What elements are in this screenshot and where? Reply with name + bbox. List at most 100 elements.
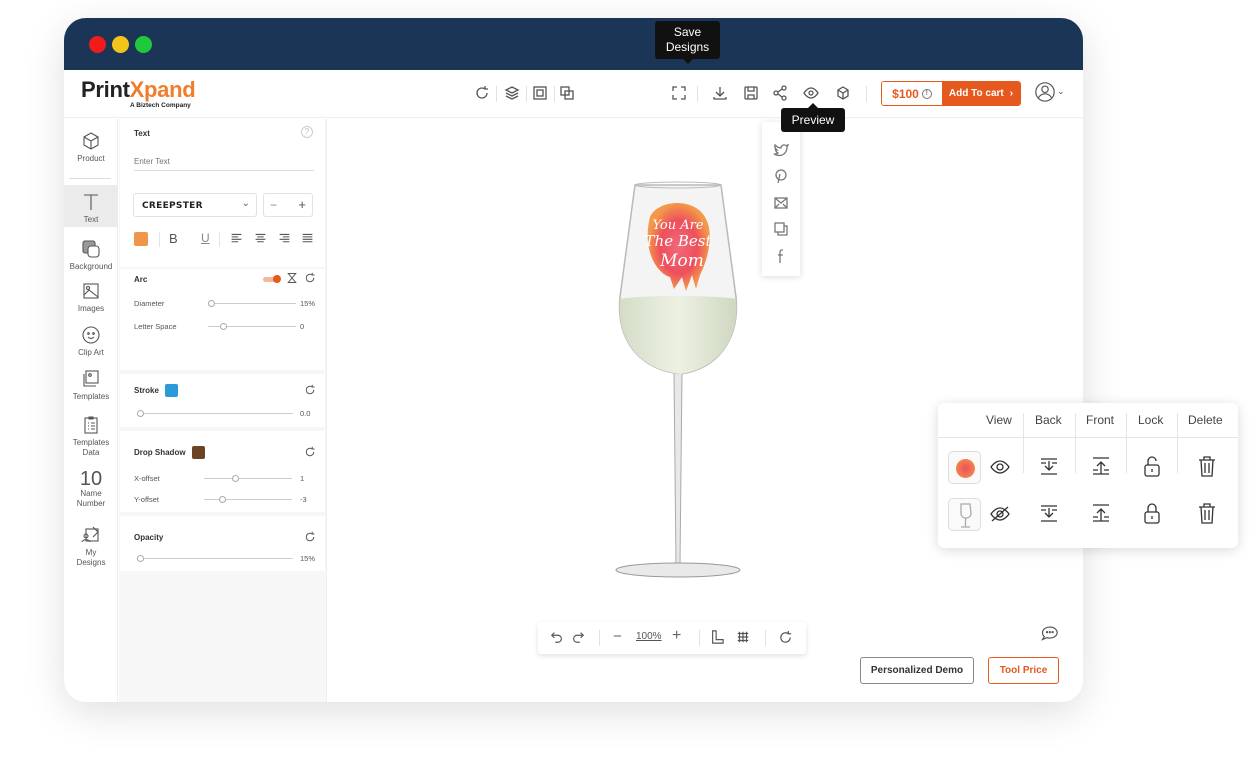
nav-item-product[interactable]: Product	[64, 131, 118, 171]
refresh-icon[interactable]	[474, 85, 490, 101]
stroke-color-swatch[interactable]	[165, 384, 178, 397]
text-color-swatch[interactable]	[134, 232, 148, 246]
layers-icon[interactable]	[504, 85, 520, 101]
opacity-slider[interactable]	[137, 555, 293, 562]
letter-space-slider[interactable]	[208, 323, 296, 330]
help-icon[interactable]: ?	[301, 126, 313, 138]
layer-thumbnail-product[interactable]	[948, 498, 981, 531]
bring-forward-icon[interactable]	[1091, 503, 1111, 523]
design-text-line1[interactable]: You Are	[652, 218, 703, 233]
slider-knob[interactable]	[232, 475, 240, 482]
reset-canvas-icon[interactable]	[778, 630, 793, 645]
nav-item-templates-data[interactable]: Templates Data	[64, 415, 118, 458]
ruler-icon[interactable]	[710, 630, 724, 644]
bold-button[interactable]: B	[169, 231, 178, 246]
nav-item-background[interactable]: Background	[64, 239, 118, 272]
font-size-stepper[interactable]: − +	[263, 193, 313, 217]
layer-thumbnail-design[interactable]	[948, 451, 981, 484]
col-back: Back	[1035, 413, 1062, 427]
share-icon[interactable]	[772, 85, 788, 101]
zoom-in-button[interactable]: +	[672, 627, 681, 645]
stroke-slider[interactable]	[137, 410, 293, 417]
nav-item-text[interactable]: Text	[64, 185, 118, 227]
send-backward-icon[interactable]	[1039, 456, 1059, 476]
info-icon[interactable]: !	[921, 88, 932, 99]
reset-icon[interactable]	[304, 384, 316, 396]
col-lock: Lock	[1138, 413, 1164, 427]
chevron-right-icon: ›	[1009, 88, 1014, 99]
divider	[1023, 413, 1024, 473]
save-designs-tooltip: Save Designs	[655, 21, 720, 64]
align-left-icon[interactable]	[230, 232, 243, 245]
nav-item-name-number[interactable]: 10 Name Number	[64, 469, 118, 509]
facebook-icon[interactable]	[773, 248, 789, 264]
flip-arc-icon[interactable]	[286, 272, 298, 284]
increase-button[interactable]: +	[298, 197, 306, 212]
align-justify-icon[interactable]	[301, 232, 314, 245]
slider-knob[interactable]	[137, 555, 144, 562]
x-offset-slider[interactable]	[204, 475, 292, 482]
trash-icon[interactable]	[1198, 502, 1216, 524]
eye-off-icon[interactable]	[990, 506, 1010, 522]
nav-item-my-designs[interactable]: My Designs	[64, 525, 118, 568]
diameter-slider[interactable]	[208, 300, 296, 307]
lock-icon[interactable]	[1143, 502, 1161, 524]
nav-item-templates[interactable]: Templates	[64, 369, 118, 402]
reset-icon[interactable]	[304, 446, 316, 458]
chevron-down-icon[interactable]: ⌄	[1057, 86, 1065, 97]
personalized-demo-button[interactable]: Personalized Demo	[860, 657, 974, 684]
slider-knob[interactable]	[208, 300, 215, 307]
ungroup-icon[interactable]	[559, 85, 575, 101]
preview-tooltip: Preview	[781, 103, 845, 132]
grid-icon[interactable]	[736, 630, 750, 644]
maximize-window-button[interactable]	[135, 36, 152, 53]
y-offset-slider[interactable]	[204, 496, 292, 503]
slider-knob[interactable]	[218, 496, 226, 503]
unlock-icon[interactable]	[1143, 455, 1161, 477]
align-right-icon[interactable]	[278, 232, 291, 245]
close-window-button[interactable]	[89, 36, 106, 53]
trash-icon[interactable]	[1198, 455, 1216, 477]
email-icon[interactable]	[773, 195, 789, 211]
download-icon[interactable]	[712, 85, 728, 101]
logo[interactable]: PrintXpand	[81, 77, 196, 103]
reset-icon[interactable]	[304, 272, 316, 284]
text-input[interactable]	[134, 153, 314, 171]
design-text-line3[interactable]: Mom	[659, 251, 704, 271]
underline-button[interactable]: U	[201, 231, 210, 245]
eye-icon[interactable]	[990, 459, 1010, 475]
undo-icon[interactable]	[550, 630, 564, 644]
font-select[interactable]: CREEPSTER ⌄	[133, 193, 257, 217]
align-center-icon[interactable]	[254, 232, 267, 245]
tool-price-button[interactable]: Tool Price	[988, 657, 1059, 684]
user-avatar-icon[interactable]	[1034, 81, 1056, 103]
nav-item-images[interactable]: Images	[64, 281, 118, 314]
add-to-cart-button[interactable]: Add To cart ›	[942, 82, 1020, 105]
fullscreen-icon[interactable]	[671, 85, 687, 101]
price-cart-group: $100! Add To cart ›	[881, 81, 1021, 106]
decrease-button[interactable]: −	[270, 198, 277, 212]
my-designs-icon	[81, 526, 99, 543]
reset-icon[interactable]	[304, 531, 316, 543]
send-backward-icon[interactable]	[1039, 503, 1059, 523]
slider-knob[interactable]	[220, 323, 228, 330]
wine-glass-product[interactable]: You Are The Best Mom	[608, 179, 748, 589]
chat-icon[interactable]	[1037, 623, 1059, 645]
save-icon[interactable]	[743, 85, 759, 101]
pinterest-icon[interactable]	[773, 168, 789, 184]
arc-toggle[interactable]	[263, 275, 281, 283]
zoom-level[interactable]: 100%	[636, 631, 662, 642]
minimize-window-button[interactable]	[112, 36, 129, 53]
slider-knob[interactable]	[137, 410, 144, 417]
group-icon[interactable]	[532, 85, 548, 101]
letter-space-label: Letter Space	[134, 322, 177, 331]
3d-view-icon[interactable]	[835, 85, 851, 101]
shadow-color-swatch[interactable]	[192, 446, 205, 459]
design-text-line2[interactable]: The Best	[645, 232, 713, 250]
twitter-icon[interactable]	[773, 142, 789, 158]
zoom-out-button[interactable]: −	[613, 628, 622, 645]
redo-icon[interactable]	[571, 630, 585, 644]
bring-forward-icon[interactable]	[1091, 456, 1111, 476]
copy-icon[interactable]	[773, 221, 789, 237]
nav-item-clip-art[interactable]: Clip Art	[64, 325, 118, 358]
